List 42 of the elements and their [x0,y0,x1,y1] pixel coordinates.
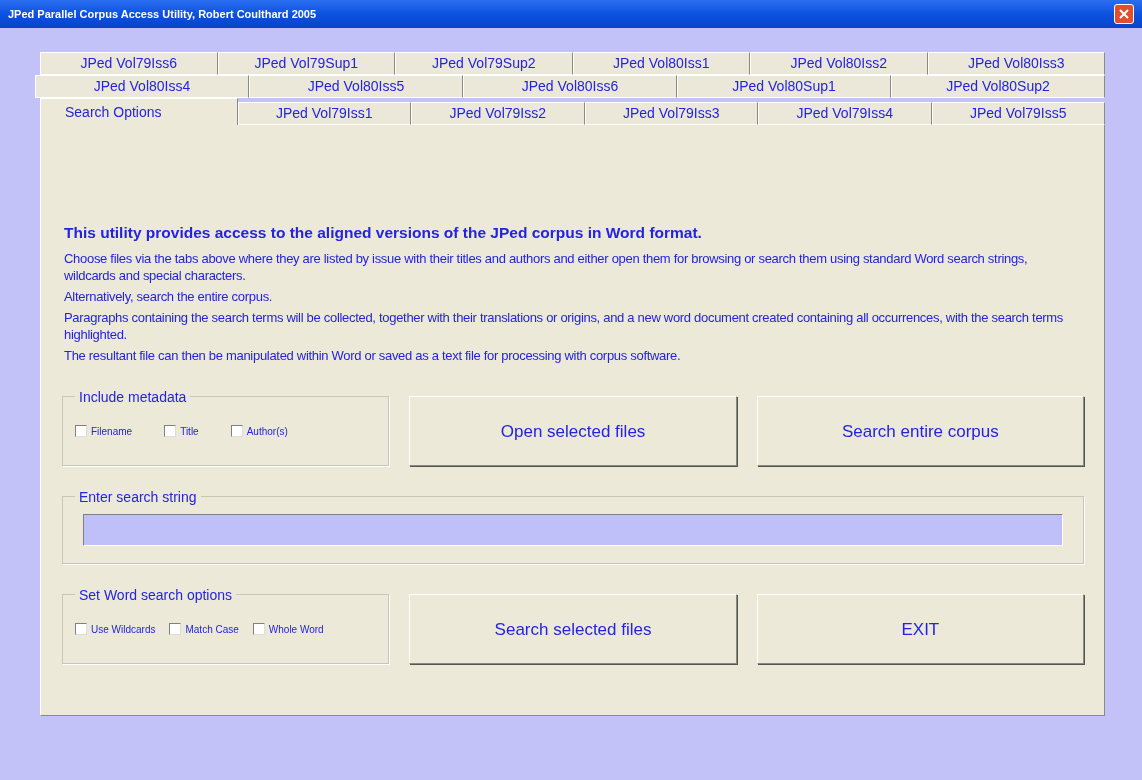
tab[interactable]: JPed Vol80Iss1 [572,52,750,75]
tab[interactable]: JPed Vol79Sup1 [217,52,395,75]
heading: This utility provides access to the aligned versions of the JPed corpus in Word format. [64,223,703,243]
checkbox[interactable] [75,425,87,438]
checkbox[interactable] [230,425,243,438]
tab[interactable]: JPed Vol80Sup1 [677,75,891,98]
tab[interactable]: JPed Vol79Sup2 [395,52,573,75]
search-field[interactable] [83,514,1063,547]
checkbox-label: Author(s) [246,424,288,439]
tab[interactable]: JPed Vol79Iss1 [237,102,411,125]
tab[interactable]: JPed Vol79Iss6 [40,52,218,75]
window-title: JPed Parallel Corpus Access Utility, Robert Coulthard 2005 [8,6,317,22]
checkbox[interactable] [252,623,265,636]
paragraph: The resultant file can then be manipulated within Word or saved as a text file for processing with corpus software. [64,347,682,365]
command-button[interactable]: Open selected files [409,396,737,467]
tab[interactable]: JPed Vol80Iss4 [35,75,249,98]
close-button[interactable] [1114,4,1134,24]
command-button[interactable]: EXIT [756,594,1084,665]
command-button[interactable]: Search entire corpus [756,396,1084,467]
paragraph: Choose files via the tabs above where they are listed by issue with their titles and authors and either open them for browsing or search them using standard Word search strings, wildcards and special characters. [64,250,1029,285]
checkbox-label: Match Case [185,622,239,637]
checkbox[interactable] [169,623,182,636]
paragraph: Alternatively, search the entire corpus. [64,288,274,306]
tab[interactable]: JPed Vol79Iss2 [411,102,585,125]
tab[interactable]: JPed Vol80Iss3 [927,52,1105,75]
tab[interactable]: JPed Vol80Iss5 [249,75,463,98]
tab[interactable]: JPed Vol80Iss2 [750,52,928,75]
checkbox-label: Whole Word [268,622,324,637]
checkbox[interactable] [75,623,87,636]
checkbox[interactable] [164,425,177,438]
close-icon [1119,9,1129,19]
tab[interactable]: JPed Vol80Iss6 [463,75,677,98]
command-button[interactable]: Search selected files [409,594,737,665]
checkbox-label: Use Wildcards [91,622,156,637]
paragraph: Paragraphs containing the search terms will be collected, together with their translations or origins, and a new word document created containing all occurrences, with the search terms highlighted. [64,309,1065,344]
tab[interactable]: JPed Vol79Iss5 [931,102,1105,125]
tab[interactable]: JPed Vol79Iss3 [584,102,758,125]
checkbox-label: Title [180,424,199,439]
tab[interactable]: Search Options [40,98,238,125]
tab[interactable]: JPed Vol80Sup2 [891,75,1105,98]
tab[interactable]: JPed Vol79Iss4 [758,102,932,125]
checkbox-label: Filename [91,424,133,439]
